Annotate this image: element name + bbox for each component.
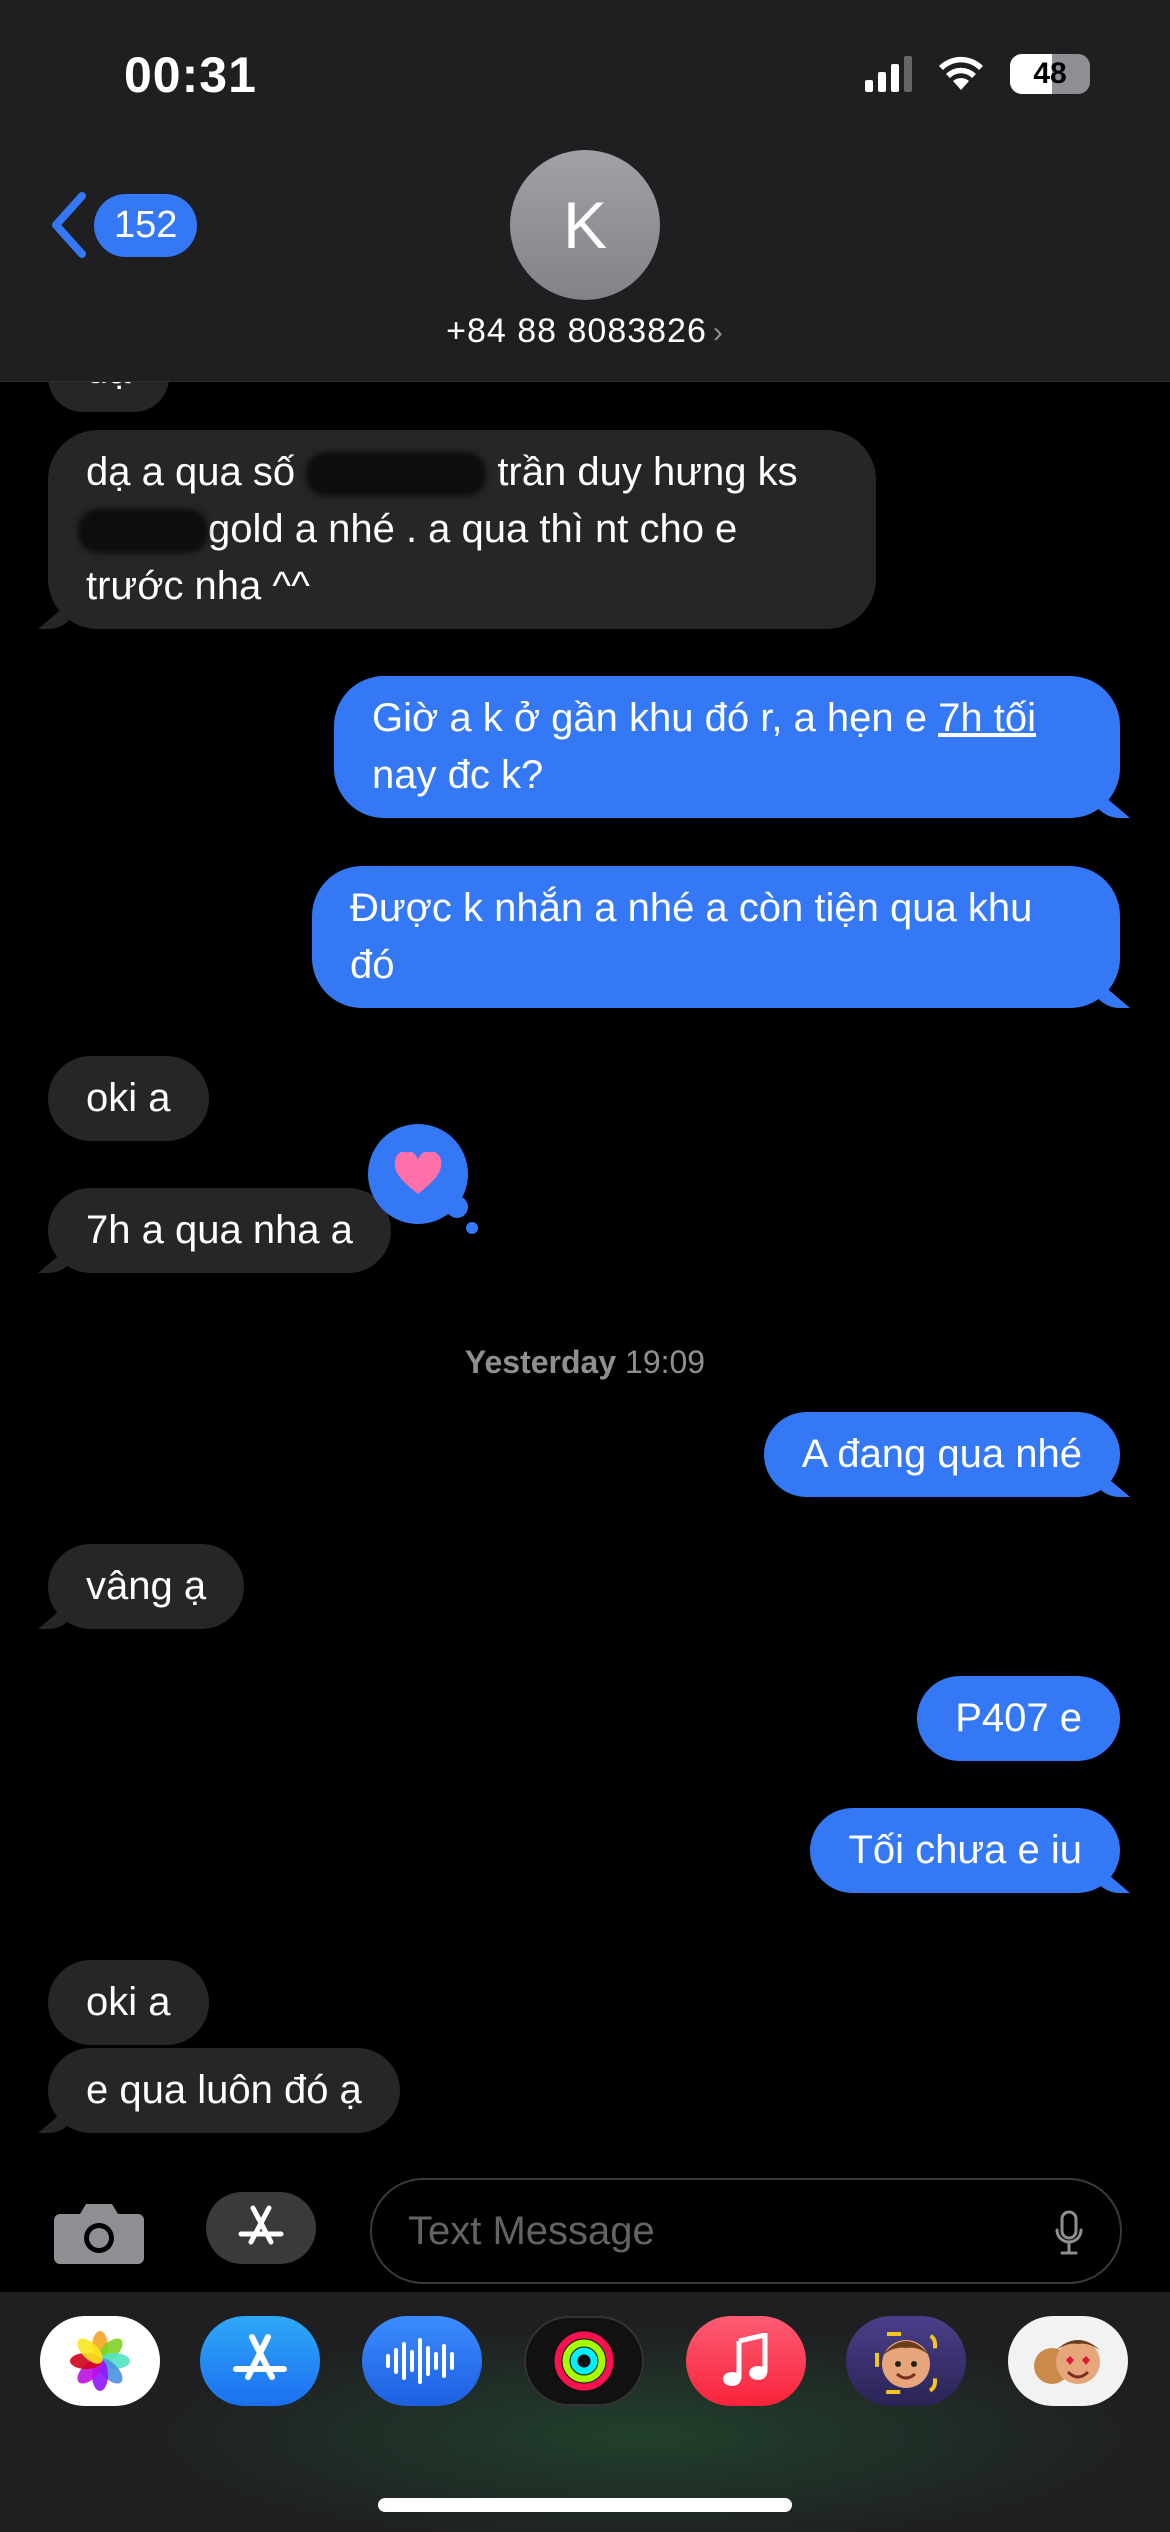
music-icon [723,2333,768,2386]
message-text: dạ [86,382,131,392]
cellular-signal-icon [865,56,912,92]
photos-app-button[interactable] [40,2316,160,2406]
reaction-tail [466,1222,478,1234]
app-store-app-button[interactable] [200,2316,320,2406]
message-incoming-partial[interactable]: dạ [48,382,169,412]
audio-icon [386,2338,454,2384]
audio-message-app-button[interactable] [362,2316,482,2406]
message-text: 7h a qua nha a [86,1208,353,1252]
message-text: A đang qua nhé [801,1432,1082,1476]
memoji-icon [1034,2340,1100,2384]
memoji-stickers-app-button[interactable] [1008,2316,1128,2406]
message-incoming[interactable]: 7h a qua nha a [48,1188,391,1273]
microphone-icon[interactable] [1054,2210,1084,2256]
message-text: oki a [86,1980,171,2024]
message-text: trần duy hưng ks [497,450,798,494]
message-text: nay đc k? [372,753,544,797]
redacted-text [78,509,208,554]
camera-icon[interactable] [52,2200,146,2266]
chevron-left-icon [52,192,86,258]
message-incoming[interactable]: e qua luôn đó ạ [48,2048,400,2133]
message-input-field[interactable] [408,2180,1048,2282]
composer-bar [0,2162,1170,2292]
message-outgoing[interactable]: A đang qua nhé [763,1412,1120,1497]
contact-number: +84 88 8083826 [446,312,707,350]
message-outgoing[interactable]: Tối chưa e iu [810,1808,1120,1893]
avatar-initial: K [562,188,608,262]
message-text: vâng ạ [86,1564,207,1608]
message-text: oki a [86,1076,171,1120]
reaction-tail [446,1196,468,1218]
message-input[interactable] [370,2178,1122,2284]
message-incoming[interactable]: dạ a qua số trần duy hưng ks gold a nhé … [48,430,876,629]
message-text: trước nha ^^ [86,564,310,608]
message-text: gold a nhé . a qua thì nt cho e [208,507,738,551]
timestamp-time: 19:09 [625,1344,706,1380]
unread-count-badge: 152 [94,193,198,257]
activity-icon [554,2331,614,2391]
message-text: Tối chưa e iu [848,1828,1082,1872]
message-text: Giờ a k ở gần khu đó r, a hẹn e [372,696,939,740]
message-incoming[interactable]: oki a [48,1056,209,1141]
app-store-icon [233,2334,287,2380]
status-indicators: 48 [865,54,1090,94]
chevron-right-icon: › [712,316,724,349]
message-incoming[interactable]: oki a [48,1960,209,2045]
message-text: dạ a qua số [86,450,296,494]
message-incoming[interactable]: vâng ạ [48,1544,245,1629]
battery-level: 48 [1033,57,1067,90]
redacted-text [306,452,487,497]
conversation-header: 00:31 48 152 K +84 88 8083826 › [0,0,1170,382]
contact-avatar[interactable]: K [510,150,660,300]
message-outgoing[interactable]: Được k nhắn a nhé a còn tiện qua khu đó [312,866,1120,1008]
message-thread[interactable]: dạ dạ a qua số trần duy hưng ks gold a n… [0,382,1170,2162]
photos-icon [70,2331,130,2391]
contact-name[interactable]: +84 88 8083826 › [0,312,1170,351]
heart-icon [394,1152,442,1194]
app-store-button[interactable] [206,2192,316,2264]
message-outgoing[interactable]: Giờ a k ở gần khu đó r, a hẹn e 7h tối n… [334,676,1120,818]
message-outgoing[interactable]: P407 e [917,1676,1120,1761]
imessage-app-drawer [0,2292,1170,2532]
status-time: 00:31 [124,47,257,103]
timestamp-day: Yesterday [464,1344,617,1380]
timestamp: Yesterday 19:09 [0,1344,1170,1381]
battery-icon: 48 [1010,54,1090,94]
back-button[interactable]: 152 [46,190,198,260]
app-store-icon [238,2205,284,2245]
wifi-icon [939,56,983,90]
message-text: e qua luôn đó ạ [86,2068,362,2112]
memoji-app-button[interactable] [846,2316,966,2406]
home-indicator[interactable] [378,2498,792,2512]
date-link[interactable]: 7h tối [938,696,1036,740]
message-text: Được k nhắn a nhé a còn tiện qua khu đó [350,886,1033,987]
music-app-button[interactable] [686,2316,806,2406]
activity-app-button[interactable] [524,2316,644,2406]
message-text: P407 e [955,1696,1082,1740]
memoji-icon [875,2332,937,2394]
